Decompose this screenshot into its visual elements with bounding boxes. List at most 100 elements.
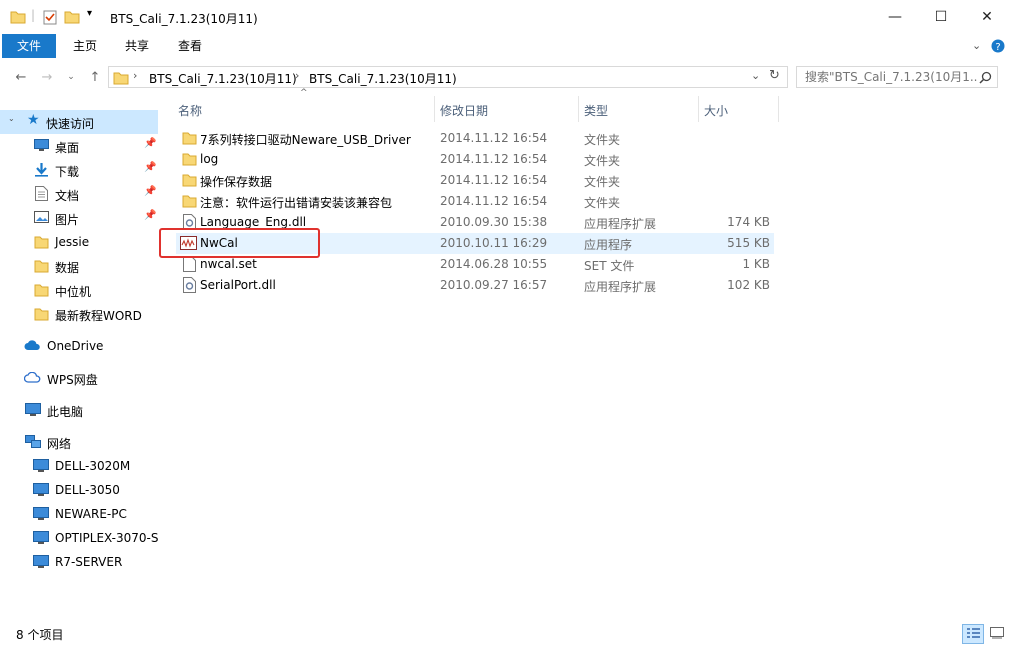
- tab-home[interactable]: 主页: [60, 34, 110, 58]
- maximize-button[interactable]: ☐: [918, 0, 964, 34]
- search-input[interactable]: [797, 67, 977, 87]
- nav-computer-dell-3020m[interactable]: DELL-3020M: [0, 454, 158, 478]
- nav-this-pc[interactable]: 此电脑: [0, 398, 158, 422]
- file-row[interactable]: log 2014.11.12 16:54 文件夹: [176, 149, 774, 170]
- help-icon[interactable]: ?: [991, 39, 1005, 53]
- nav-label: 网络: [47, 437, 72, 451]
- customize-toolbar-chevron-icon[interactable]: ▾: [87, 8, 92, 19]
- pin-icon[interactable]: 📌: [144, 138, 156, 149]
- computer-icon: [33, 483, 49, 496]
- back-button[interactable]: ←: [12, 68, 30, 86]
- file-row[interactable]: 操作保存数据 2014.11.12 16:54 文件夹: [176, 170, 774, 191]
- refresh-icon[interactable]: ↻: [769, 68, 780, 83]
- folder-icon: [182, 195, 197, 208]
- search-icon[interactable]: [979, 71, 992, 84]
- close-button[interactable]: ✕: [964, 0, 1010, 34]
- nav-onedrive[interactable]: OneDrive: [0, 334, 158, 358]
- expand-ribbon-chevron-icon[interactable]: ⌄: [972, 39, 981, 52]
- nav-wps-drive[interactable]: WPS网盘: [0, 366, 158, 390]
- search-box[interactable]: [796, 66, 998, 88]
- nav-label: OneDrive: [47, 339, 104, 353]
- column-header-type[interactable]: 类型: [578, 96, 698, 122]
- file-date: 2010.09.30 15:38: [440, 215, 548, 229]
- nav-network[interactable]: 网络: [0, 430, 158, 454]
- nav-label: 此电脑: [47, 405, 84, 419]
- nav-item-data[interactable]: 数据: [0, 254, 158, 278]
- nav-label: DELL-3020M: [55, 459, 131, 473]
- network-icon: [25, 435, 41, 448]
- breadcrumb-item[interactable]: BTS_Cali_7.1.23(10月11): [149, 70, 297, 87]
- download-icon: [35, 163, 48, 177]
- pin-icon[interactable]: 📌: [144, 186, 156, 197]
- folder-icon: [182, 132, 197, 145]
- file-date: 2014.11.12 16:54: [440, 131, 548, 145]
- cloud-icon: [24, 340, 40, 350]
- breadcrumb-separator-icon[interactable]: ›: [295, 69, 299, 82]
- ribbon-tabs: 文件 主页 共享 查看 ⌄ ?: [0, 34, 1012, 58]
- navigation-pane: ⌄ ★ 快速访问 桌面 📌 下载 📌 文档 📌 图片 📌 Jessie 数据 中…: [0, 102, 160, 622]
- chevron-down-icon: ⌄: [67, 72, 75, 82]
- file-type: 应用程序扩展: [584, 217, 657, 231]
- nav-item-tutorial-word[interactable]: 最新教程WORD: [0, 302, 158, 326]
- file-row[interactable]: 7系列转接口驱动Neware_USB_Driver 2014.11.12 16:…: [176, 128, 774, 149]
- details-view-button[interactable]: [962, 624, 984, 644]
- title-bar: | ▾ BTS_Cali_7.1.23(10月11) — ☐ ✕: [0, 0, 1012, 34]
- nav-computer-optiplex[interactable]: OPTIPLEX-3070-S: [0, 526, 159, 550]
- tab-share[interactable]: 共享: [112, 34, 162, 58]
- address-dropdown-chevron-icon[interactable]: ⌄: [751, 69, 760, 82]
- pin-icon[interactable]: 📌: [144, 210, 156, 221]
- tab-file[interactable]: 文件: [2, 34, 56, 58]
- column-header-date[interactable]: 修改日期: [434, 96, 578, 122]
- computer-icon: [25, 403, 41, 416]
- nav-item-jessie[interactable]: Jessie: [0, 230, 158, 254]
- nav-label: DELL-3050: [55, 483, 120, 497]
- nav-item-pictures[interactable]: 图片 📌: [0, 206, 158, 230]
- column-header-size[interactable]: 大小: [698, 96, 778, 122]
- file-row[interactable]: SerialPort.dll 2010.09.27 16:57 应用程序扩展 1…: [176, 275, 774, 296]
- chevron-down-icon[interactable]: ⌄: [8, 114, 15, 123]
- document-icon: [35, 186, 48, 201]
- computer-icon: [33, 507, 49, 520]
- svg-text:?: ?: [995, 42, 1000, 53]
- address-bar[interactable]: › BTS_Cali_7.1.23(10月11) › BTS_Cali_7.1.…: [108, 66, 788, 88]
- nav-item-downloads[interactable]: 下载 📌: [0, 158, 158, 182]
- folder-icon: [34, 236, 49, 249]
- column-divider[interactable]: [778, 96, 779, 122]
- column-header-name[interactable]: 名称: [172, 96, 434, 122]
- file-name: 7系列转接口驱动Neware_USB_Driver: [200, 133, 411, 147]
- folder-icon: [34, 284, 49, 297]
- file-type: 应用程序扩展: [584, 280, 657, 294]
- properties-icon[interactable]: [42, 9, 58, 25]
- nav-item-documents[interactable]: 文档 📌: [0, 182, 158, 206]
- nav-computer-dell-3050[interactable]: DELL-3050: [0, 478, 158, 502]
- forward-button[interactable]: →: [38, 68, 56, 86]
- file-type: SET 文件: [584, 259, 635, 273]
- new-folder-icon[interactable]: [64, 9, 80, 25]
- toolbar-separator: |: [31, 8, 36, 22]
- nav-label: 文档: [55, 189, 80, 203]
- folder-icon: [182, 153, 197, 166]
- file-name: nwcal.set: [200, 257, 257, 271]
- nav-quick-access[interactable]: ⌄ ★ 快速访问: [0, 110, 158, 134]
- nav-item-middleware[interactable]: 中位机: [0, 278, 158, 302]
- file-size: 102 KB: [727, 278, 770, 292]
- recent-locations-button[interactable]: ⌄: [62, 68, 80, 86]
- nav-computer-r7-server[interactable]: R7-SERVER: [0, 550, 158, 574]
- nav-computer-neware-pc[interactable]: NEWARE-PC: [0, 502, 158, 526]
- folder-icon: [10, 11, 26, 24]
- star-icon: ★: [27, 112, 40, 128]
- file-row[interactable]: 注意：软件运行出错请安装该兼容包 2014.11.12 16:54 文件夹: [176, 191, 774, 212]
- forward-arrow-icon: →: [41, 69, 53, 85]
- folder-icon: [182, 174, 197, 187]
- window-title: BTS_Cali_7.1.23(10月11): [110, 12, 258, 26]
- minimize-button[interactable]: —: [872, 0, 918, 34]
- nav-item-desktop[interactable]: 桌面 📌: [0, 134, 158, 158]
- tab-view[interactable]: 查看: [165, 34, 215, 58]
- breadcrumb-item[interactable]: BTS_Cali_7.1.23(10月11): [309, 70, 457, 87]
- breadcrumb-separator-icon: ›: [133, 69, 138, 82]
- pin-icon[interactable]: 📌: [144, 162, 156, 173]
- up-button[interactable]: ↑: [86, 68, 104, 86]
- large-icons-view-button[interactable]: [986, 624, 1008, 644]
- file-date: 2010.09.27 16:57: [440, 278, 548, 292]
- folder-icon: [34, 260, 49, 273]
